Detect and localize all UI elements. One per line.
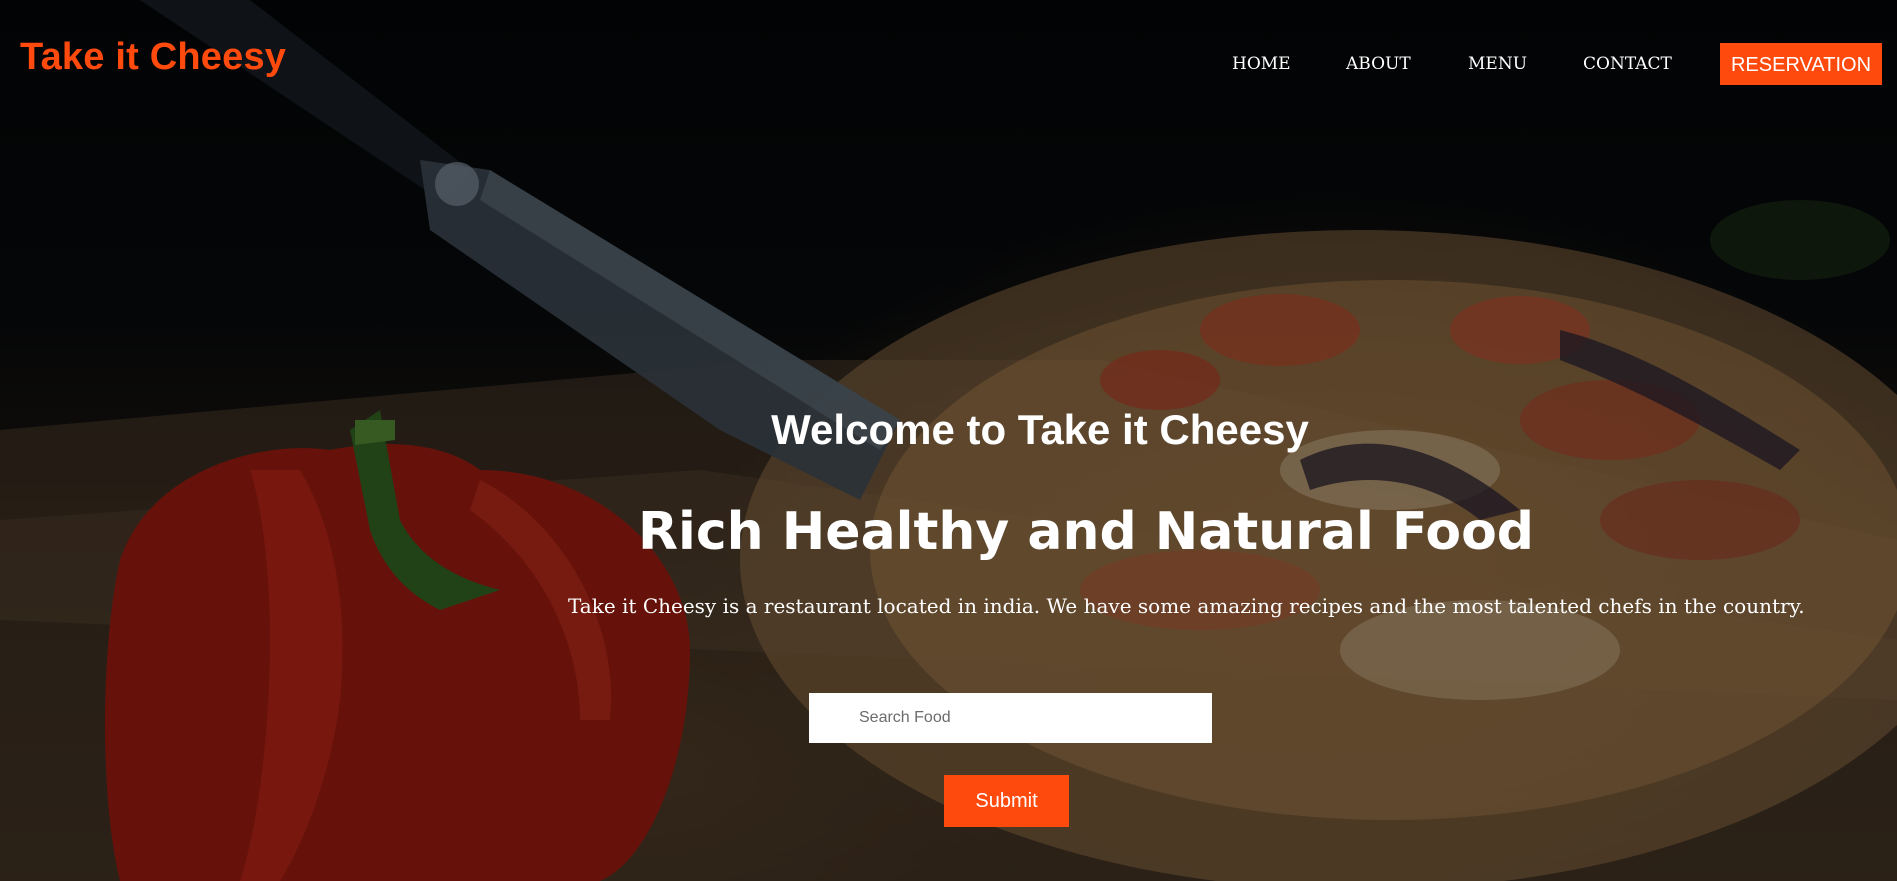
hero-tagline: Take it Cheesy is a restaurant located i… — [568, 594, 1805, 618]
nav-link-menu[interactable]: MENU — [1468, 54, 1527, 74]
hero-section: Take it Cheesy HOME ABOUT MENU CONTACT R… — [0, 0, 1897, 881]
submit-button[interactable]: Submit — [944, 775, 1069, 827]
nav-link-about[interactable]: ABOUT — [1346, 54, 1411, 74]
search-food-input[interactable] — [809, 693, 1212, 743]
nav-link-home[interactable]: HOME — [1232, 54, 1291, 74]
hero-headline: Rich Healthy and Natural Food — [637, 502, 1535, 562]
welcome-heading: Welcome to Take it Cheesy — [771, 406, 1309, 453]
reservation-button[interactable]: RESERVATION — [1720, 43, 1882, 85]
nav-link-contact[interactable]: CONTACT — [1583, 54, 1672, 74]
brand-logo[interactable]: Take it Cheesy — [20, 38, 286, 76]
